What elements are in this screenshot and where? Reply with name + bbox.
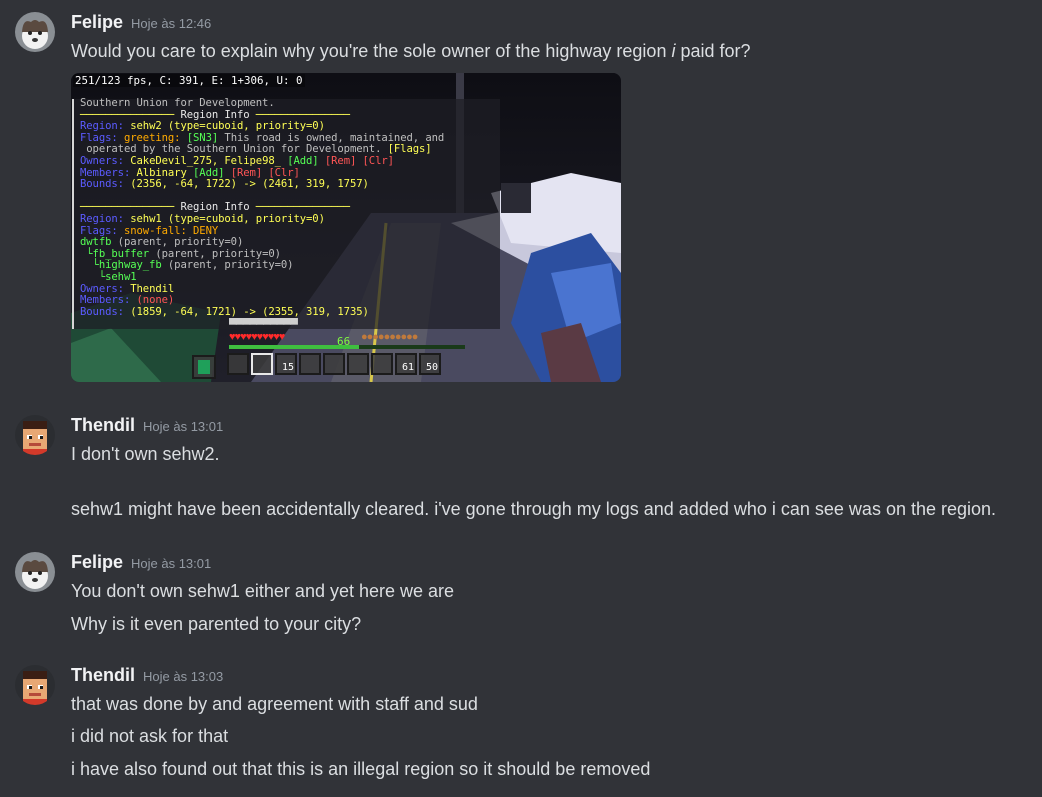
message-header: Thendil Hoje às 13:01 xyxy=(71,415,223,436)
hotbar-slot xyxy=(347,353,369,375)
slot-count: 61 xyxy=(401,362,414,373)
message-header: Felipe Hoje às 13:01 xyxy=(71,552,211,573)
debug-fps: 251/123 fps, C: 391, E: 1+306, U: 0 xyxy=(73,74,305,87)
message-header: Thendil Hoje às 13:03 xyxy=(71,665,223,686)
timestamp[interactable]: Hoje às 12:46 xyxy=(131,16,211,31)
hotbar: 15 61 50 xyxy=(227,353,441,375)
message-text: Why is it even parented to your city? xyxy=(71,614,362,634)
armor-bar: ▀▀▀▀▀▀▀▀▀▀ xyxy=(229,319,298,331)
message-text: I don't own sehw2. xyxy=(71,444,220,464)
timestamp[interactable]: Hoje às 13:01 xyxy=(131,556,211,571)
message-text: i have also found out that this is an il… xyxy=(71,759,651,779)
avatar[interactable] xyxy=(15,415,55,455)
hotbar-slot: 15 xyxy=(275,353,297,375)
avatar[interactable] xyxy=(15,12,55,52)
username[interactable]: Thendil xyxy=(71,415,135,435)
hotbar-slot xyxy=(251,353,273,375)
username[interactable]: Thendil xyxy=(71,665,135,685)
xp-bar xyxy=(229,345,465,349)
hotbar-slot xyxy=(299,353,321,375)
avatar[interactable] xyxy=(15,552,55,592)
avatar[interactable] xyxy=(15,665,55,705)
slot-count: 50 xyxy=(425,362,438,373)
message-text: sehw1 might have been accidentally clear… xyxy=(71,499,997,519)
slot-count: 15 xyxy=(281,362,294,373)
message-text: that was done by and agreement with staf… xyxy=(71,694,478,714)
hotbar-slot xyxy=(227,353,249,375)
timestamp[interactable]: Hoje às 13:03 xyxy=(143,669,223,684)
region-info-1: Southern Union for Development. ────────… xyxy=(80,97,445,318)
message-text: You don't own sehw1 either and yet here … xyxy=(71,581,455,601)
offhand-slot xyxy=(192,355,216,379)
timestamp[interactable]: Hoje às 13:01 xyxy=(143,419,223,434)
hotbar-slot xyxy=(371,353,393,375)
username[interactable]: Felipe xyxy=(71,552,123,572)
message-text: Would you care to explain why you're the… xyxy=(71,41,751,61)
hotbar-slot: 50 xyxy=(419,353,441,375)
message-text: i did not ask for that xyxy=(71,726,229,746)
message-header: Felipe Hoje às 12:46 xyxy=(71,12,211,33)
hotbar-slot: 61 xyxy=(395,353,417,375)
username[interactable]: Felipe xyxy=(71,12,123,32)
health-bar: ♥♥♥♥♥♥♥♥♥♥ xyxy=(229,331,285,343)
attachment-image[interactable]: 251/123 fps, C: 391, E: 1+306, U: 0 Sout… xyxy=(71,73,621,382)
hunger-bar: ●●●●●●●●●● xyxy=(361,331,418,343)
hotbar-slot xyxy=(323,353,345,375)
